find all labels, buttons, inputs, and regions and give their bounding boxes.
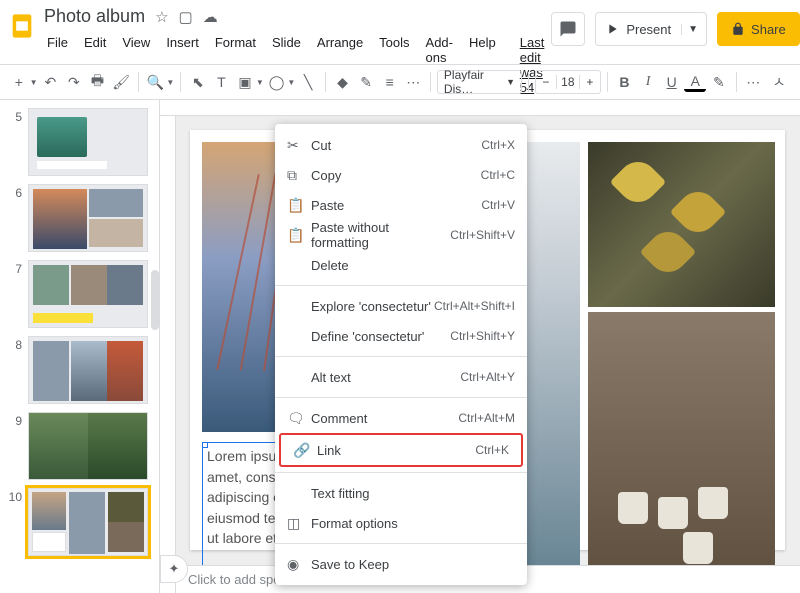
link-icon: 🔗 bbox=[293, 442, 317, 459]
cut-icon: ✂ bbox=[287, 137, 311, 154]
cm-link[interactable]: 🔗 Link Ctrl+K bbox=[281, 435, 521, 465]
paste-plain-icon: 📋 bbox=[287, 227, 311, 244]
border-dash-button[interactable]: ⋯ bbox=[402, 69, 424, 95]
font-name: Playfair Dis… bbox=[444, 68, 502, 96]
format-icon: ◫ bbox=[287, 515, 311, 532]
font-select[interactable]: Playfair Dis… ▼ bbox=[437, 70, 522, 94]
text-color-button[interactable]: A bbox=[684, 72, 706, 92]
font-size-decrease[interactable]: − bbox=[536, 75, 556, 89]
cloud-icon[interactable]: ☁ bbox=[203, 8, 218, 26]
copy-icon: ⧉ bbox=[287, 167, 311, 184]
cm-copy[interactable]: ⧉ Copy Ctrl+C bbox=[275, 160, 527, 190]
new-slide-button[interactable]: + bbox=[8, 69, 30, 95]
bold-button[interactable]: B bbox=[614, 69, 636, 95]
comment-icon: 🗨 bbox=[287, 410, 311, 427]
image-tool[interactable]: ▣ bbox=[234, 69, 256, 95]
slide-thumb-5[interactable]: 5 bbox=[0, 104, 159, 180]
ruler-horizontal bbox=[160, 100, 800, 116]
cm-delete[interactable]: Delete bbox=[275, 250, 527, 280]
font-size-value[interactable]: 18 bbox=[556, 75, 580, 89]
cm-alt-text[interactable]: Alt text Ctrl+Alt+Y bbox=[275, 362, 527, 392]
slide-thumb-8[interactable]: 8 bbox=[0, 332, 159, 408]
paint-format-button[interactable]: 🖌 bbox=[110, 69, 132, 95]
highlight-button[interactable]: ✎ bbox=[708, 69, 730, 95]
cm-comment[interactable]: 🗨 Comment Ctrl+Alt+M bbox=[275, 403, 527, 433]
header: Photo album ☆ ▢ ☁ File Edit View Insert … bbox=[0, 0, 800, 64]
redo-button[interactable]: ↷ bbox=[63, 69, 85, 95]
select-tool[interactable]: ⬉ bbox=[187, 69, 209, 95]
present-button[interactable]: Present ▼ bbox=[595, 12, 707, 46]
slide-thumb-7[interactable]: 7 bbox=[0, 256, 159, 332]
filmstrip: 5 6 7 8 9 10 bbox=[0, 100, 160, 593]
print-button[interactable]: 🖶 bbox=[87, 69, 109, 95]
border-weight-button[interactable]: ≡ bbox=[379, 69, 401, 95]
cm-save-keep[interactable]: ◉ Save to Keep bbox=[275, 549, 527, 579]
font-size-control: − 18 + bbox=[535, 70, 601, 94]
border-color-button[interactable]: ✎ bbox=[355, 69, 377, 95]
cm-text-fitting[interactable]: Text fitting bbox=[275, 478, 527, 508]
present-label: Present bbox=[626, 22, 671, 37]
fill-color-button[interactable]: ◆ bbox=[332, 69, 354, 95]
keep-icon: ◉ bbox=[287, 556, 311, 573]
underline-button[interactable]: U bbox=[661, 69, 683, 95]
doc-title[interactable]: Photo album bbox=[44, 6, 145, 27]
cm-define[interactable]: Define 'consectetur' Ctrl+Shift+Y bbox=[275, 321, 527, 351]
slide-thumb-10[interactable]: 10 bbox=[0, 484, 159, 560]
font-size-increase[interactable]: + bbox=[580, 75, 600, 89]
slide-thumb-6[interactable]: 6 bbox=[0, 180, 159, 256]
hide-menus-button[interactable]: ㅅ bbox=[766, 69, 792, 95]
cm-cut[interactable]: ✂ Cut Ctrl+X bbox=[275, 130, 527, 160]
shape-tool[interactable]: ◯ bbox=[266, 69, 288, 95]
paste-icon: 📋 bbox=[287, 197, 311, 214]
ruler-vertical bbox=[160, 116, 176, 593]
explore-button[interactable]: ✦ bbox=[160, 555, 188, 583]
slide-image-bottom-right[interactable] bbox=[588, 312, 775, 593]
present-caret-icon[interactable]: ▼ bbox=[681, 24, 698, 35]
line-tool[interactable]: ╲ bbox=[297, 69, 319, 95]
cm-explore[interactable]: Explore 'consectetur' Ctrl+Alt+Shift+I bbox=[275, 291, 527, 321]
undo-button[interactable]: ↶ bbox=[40, 69, 62, 95]
star-icon[interactable]: ☆ bbox=[155, 8, 168, 26]
cm-paste-plain[interactable]: 📋 Paste without formatting Ctrl+Shift+V bbox=[275, 220, 527, 250]
context-menu: ✂ Cut Ctrl+X ⧉ Copy Ctrl+C 📋 Paste Ctrl+… bbox=[275, 124, 527, 585]
textbox-tool[interactable]: T bbox=[211, 69, 233, 95]
scrollbar[interactable] bbox=[151, 270, 159, 330]
comments-button[interactable] bbox=[551, 12, 585, 46]
share-label: Share bbox=[751, 22, 786, 37]
italic-button[interactable]: I bbox=[637, 69, 659, 95]
slide-image-top-right[interactable] bbox=[588, 142, 775, 307]
move-icon[interactable]: ▢ bbox=[179, 8, 193, 26]
slide-thumb-9[interactable]: 9 bbox=[0, 408, 159, 484]
cm-paste[interactable]: 📋 Paste Ctrl+V bbox=[275, 190, 527, 220]
zoom-button[interactable]: 🔍 bbox=[145, 69, 167, 95]
cm-format-options[interactable]: ◫ Format options bbox=[275, 508, 527, 538]
more-button[interactable]: ⋯ bbox=[742, 69, 764, 95]
share-button[interactable]: Share bbox=[717, 12, 800, 46]
slides-logo[interactable] bbox=[8, 6, 36, 46]
